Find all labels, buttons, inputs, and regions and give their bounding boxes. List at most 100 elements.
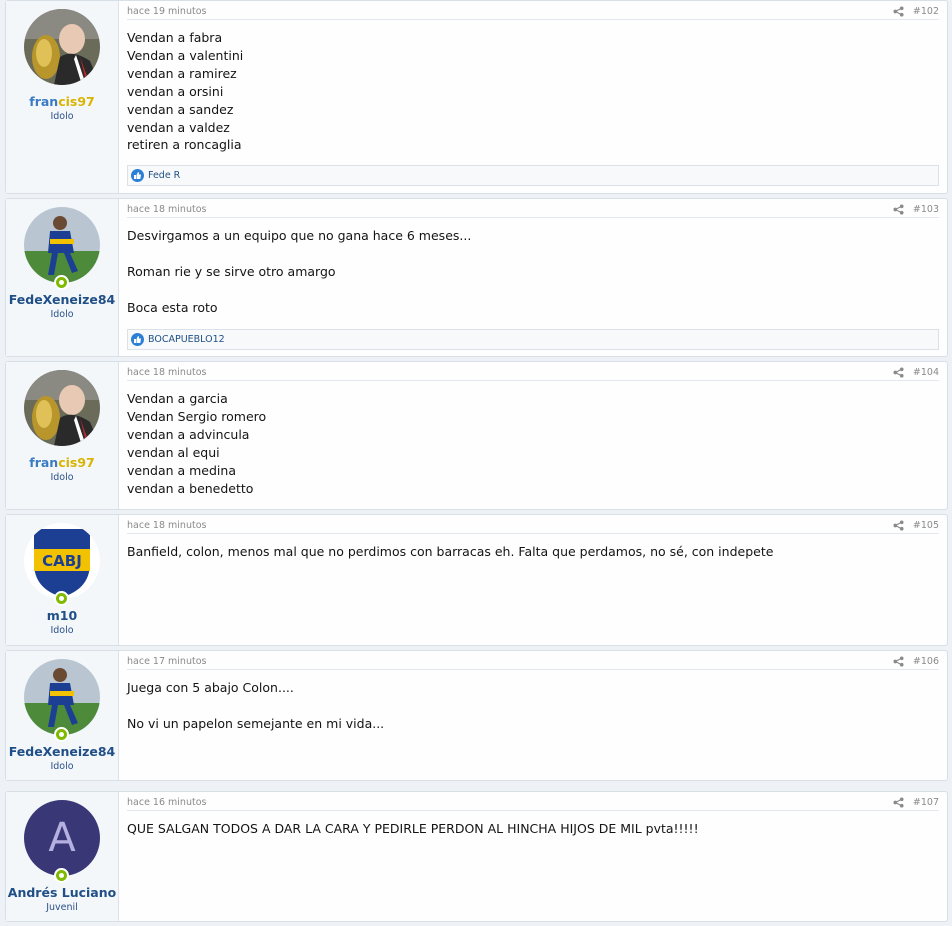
post-meta: hace 19 minutos #102 — [127, 1, 939, 20]
post-message: Juega con 5 abajo Colon.... No vi un pap… — [127, 670, 939, 733]
message-line: Vendan a fabra — [127, 30, 223, 45]
share-icon[interactable] — [893, 655, 904, 667]
post-message: Vendan a garcia Vendan Sergio romero ven… — [127, 381, 939, 497]
share-icon[interactable] — [893, 203, 904, 215]
like-icon — [131, 333, 144, 346]
post: FedeXeneize84 Idolo hace 17 minutos #106… — [5, 650, 948, 781]
online-status-icon — [54, 591, 69, 606]
post-user-info: FedeXeneize84 Idolo — [6, 651, 119, 780]
message-line: Banfield, colon, menos mal que no perdim… — [127, 544, 774, 559]
post-time[interactable]: hace 16 minutos — [127, 797, 206, 808]
message-line — [127, 245, 939, 263]
post-content: hace 19 minutos #102 Vendan a fabra Vend… — [119, 1, 947, 193]
post-message: Vendan a fabra Vendan a valentini vendan… — [127, 20, 939, 154]
post-content: hace 17 minutos #106 Juega con 5 abajo C… — [119, 651, 947, 780]
message-line: Vendan a valentini — [127, 47, 244, 63]
post-user-info: francis97 Idolo — [6, 1, 119, 193]
post-user-info: FedeXeneize84 Idolo — [6, 199, 119, 356]
reactions-bar[interactable]: Fede R — [127, 165, 939, 186]
username-link[interactable]: m10 — [6, 608, 118, 623]
online-status-icon — [54, 868, 69, 883]
user-title: Idolo — [50, 309, 74, 320]
online-status-icon — [54, 727, 69, 742]
post-meta: hace 17 minutos #106 — [127, 651, 939, 670]
post: francis97 Idolo hace 18 minutos #104 Ven… — [5, 361, 948, 510]
message-line: vendan a valdez — [127, 119, 230, 135]
share-icon[interactable] — [893, 366, 904, 378]
message-line: vendan a medina — [127, 462, 236, 478]
share-icon[interactable] — [893, 519, 904, 531]
post-number[interactable]: #107 — [913, 797, 939, 808]
post-content: hace 16 minutos #107 QUE SALGAN TODOS A … — [119, 792, 947, 921]
post-number[interactable]: #105 — [913, 520, 939, 531]
post: A Andrés Luciano Juvenil hace 16 minutos… — [5, 791, 948, 922]
post: FedeXeneize84 Idolo hace 18 minutos #103… — [5, 198, 948, 357]
post-content: hace 18 minutos #103 Desvirgamos a un eq… — [119, 199, 947, 356]
avatar-letter: A — [48, 815, 76, 861]
post-message: QUE SALGAN TODOS A DAR LA CARA Y PEDIRLE… — [127, 811, 939, 838]
post: francis97 Idolo hace 19 minutos #102 Ven… — [5, 0, 948, 194]
message-line: retiren a roncaglia — [127, 137, 242, 153]
post-time[interactable]: hace 18 minutos — [127, 520, 206, 531]
user-title: Idolo — [50, 111, 74, 122]
post-time[interactable]: hace 18 minutos — [127, 367, 206, 378]
post-number[interactable]: #106 — [913, 656, 939, 667]
post-time[interactable]: hace 18 minutos — [127, 204, 206, 215]
username-link[interactable]: Andrés Luciano — [6, 885, 118, 900]
like-icon — [131, 169, 144, 182]
message-line: QUE SALGAN TODOS A DAR LA CARA Y PEDIRLE… — [127, 821, 699, 836]
avatar[interactable] — [24, 207, 100, 290]
post-content: hace 18 minutos #104 Vendan a garcia Ven… — [119, 362, 947, 509]
message-line: Desvirgamos a un equipo que no gana hace… — [127, 228, 472, 243]
message-line: vendan al equi — [127, 444, 220, 460]
message-line: vendan a orsini — [127, 83, 224, 99]
username-link[interactable]: francis97 — [6, 455, 118, 470]
avatar[interactable] — [24, 659, 100, 742]
user-title: Idolo — [50, 472, 74, 483]
message-line: Juega con 5 abajo Colon.... — [127, 680, 294, 695]
message-line: Boca esta roto — [127, 299, 218, 315]
message-line: vendan a benedetto — [127, 480, 254, 496]
online-status-icon — [54, 275, 69, 290]
share-icon[interactable] — [893, 5, 904, 17]
reactions-bar[interactable]: BOCAPUEBLO12 — [127, 329, 939, 350]
post-meta: hace 18 minutos #105 — [127, 515, 939, 534]
post-number[interactable]: #102 — [913, 6, 939, 17]
post-number[interactable]: #103 — [913, 204, 939, 215]
post-message: Desvirgamos a un equipo que no gana hace… — [127, 218, 939, 317]
post-user-info: francis97 Idolo — [6, 362, 119, 509]
reaction-user-link[interactable]: Fede R — [148, 170, 180, 181]
message-line — [127, 281, 939, 299]
avatar-crest-text: CABJ — [42, 552, 82, 570]
user-title: Juvenil — [46, 902, 78, 913]
message-line: vendan a sandez — [127, 101, 234, 117]
post-time[interactable]: hace 19 minutos — [127, 6, 206, 17]
username-link[interactable]: FedeXeneize84 — [6, 292, 118, 307]
user-title: Idolo — [50, 625, 74, 636]
post-meta: hace 16 minutos #107 — [127, 792, 939, 811]
post: CABJ m10 Idolo hace 18 minutos #105 Banf… — [5, 514, 948, 646]
username-link[interactable]: FedeXeneize84 — [6, 744, 118, 759]
post-message: Banfield, colon, menos mal que no perdim… — [127, 534, 939, 561]
avatar[interactable]: A — [24, 800, 100, 883]
post-number[interactable]: #104 — [913, 367, 939, 378]
post-content: hace 18 minutos #105 Banfield, colon, me… — [119, 515, 947, 645]
avatar[interactable] — [24, 370, 100, 446]
username-link[interactable]: francis97 — [6, 94, 118, 109]
post-time[interactable]: hace 17 minutos — [127, 656, 206, 667]
message-line: vendan a ramirez — [127, 65, 237, 81]
share-icon[interactable] — [893, 796, 904, 808]
message-line — [127, 697, 939, 715]
avatar[interactable]: CABJ — [24, 523, 100, 606]
post-user-info: CABJ m10 Idolo — [6, 515, 119, 645]
message-line: Vendan a garcia — [127, 391, 228, 406]
post-meta: hace 18 minutos #103 — [127, 199, 939, 218]
post-meta: hace 18 minutos #104 — [127, 362, 939, 381]
reaction-user-link[interactable]: BOCAPUEBLO12 — [148, 334, 225, 345]
message-line: vendan a advincula — [127, 426, 250, 442]
message-line: Roman rie y se sirve otro amargo — [127, 263, 336, 279]
user-title: Idolo — [50, 761, 74, 772]
message-line: No vi un papelon semejante en mi vida... — [127, 715, 385, 731]
avatar[interactable] — [24, 9, 100, 85]
message-line: Vendan Sergio romero — [127, 408, 267, 424]
